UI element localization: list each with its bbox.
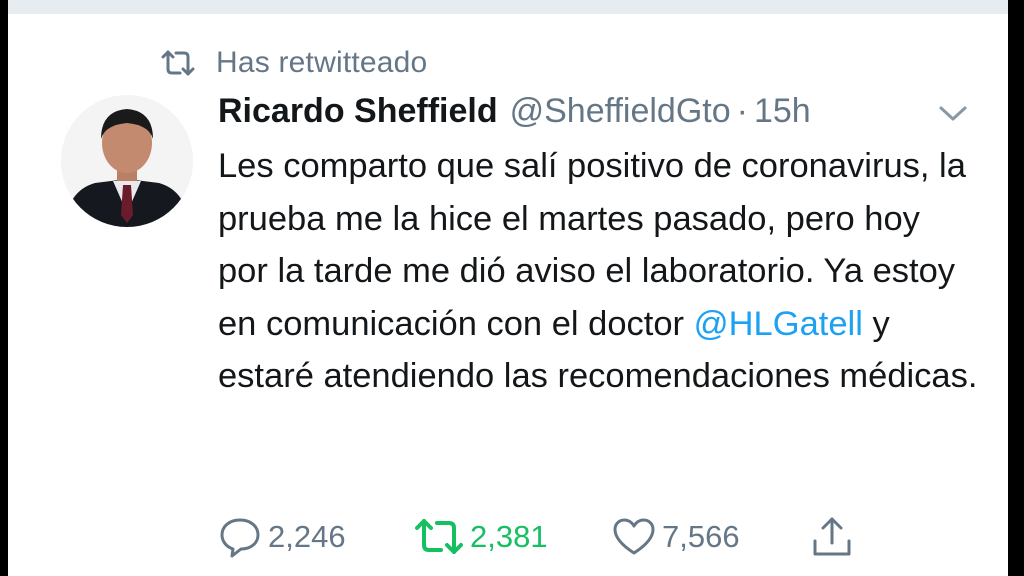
chevron-down-icon[interactable] bbox=[934, 100, 972, 126]
timeline-separator bbox=[8, 0, 1008, 14]
heart-icon bbox=[613, 518, 655, 555]
separator-dot: · bbox=[736, 91, 748, 130]
share-icon bbox=[813, 517, 851, 556]
reply-count: 2,246 bbox=[268, 519, 346, 554]
mention-link[interactable]: @HLGatell bbox=[694, 305, 863, 343]
reply-button[interactable]: 2,246 bbox=[218, 514, 346, 560]
author-name[interactable]: Ricardo Sheffield bbox=[218, 92, 498, 131]
retweet-button[interactable]: 2,381 bbox=[414, 514, 548, 560]
retweet-count: 2,381 bbox=[470, 519, 548, 554]
tweet-actions: 2,246 2,381 7,566 bbox=[218, 514, 878, 560]
avatar[interactable] bbox=[61, 95, 193, 227]
retweet-action-icon bbox=[415, 519, 463, 554]
tweet-text: Les comparto que salí positivo de corona… bbox=[218, 140, 978, 403]
retweeted-label: Has retwitteado bbox=[216, 46, 428, 79]
tweet-timestamp[interactable]: 15h bbox=[754, 92, 811, 131]
like-button[interactable]: 7,566 bbox=[612, 514, 740, 560]
reply-icon bbox=[220, 518, 260, 558]
author-handle[interactable]: @SheffieldGto bbox=[510, 92, 731, 131]
share-button[interactable] bbox=[810, 514, 854, 560]
retweet-icon bbox=[160, 49, 196, 77]
tweet-header: Ricardo Sheffield @SheffieldGto · 15h bbox=[218, 88, 811, 134]
like-count: 7,566 bbox=[662, 519, 740, 554]
social-context: Has retwitteado bbox=[160, 44, 427, 82]
